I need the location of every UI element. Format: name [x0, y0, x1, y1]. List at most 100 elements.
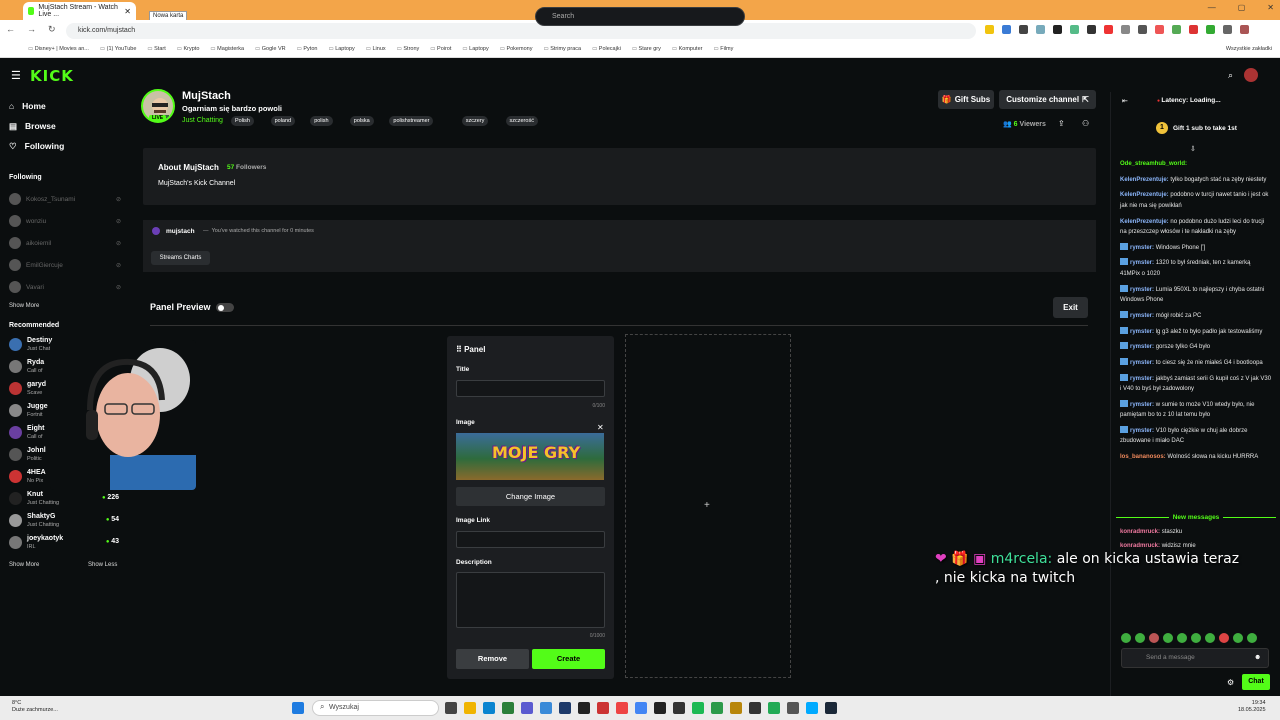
bookmark-item[interactable]: Filmy	[713, 46, 733, 52]
following-item[interactable]: aikoiemil ⊘	[9, 237, 121, 249]
remove-button[interactable]: Remove	[456, 649, 529, 669]
app-icon[interactable]	[787, 702, 799, 714]
drag-handle-icon[interactable]: ⠿	[456, 345, 462, 354]
following-item[interactable]: Kokosz_Tsunami ⊘	[9, 193, 121, 205]
bookmark-item[interactable]: Pokemony	[500, 46, 532, 52]
chat-username[interactable]: rymster:	[1130, 260, 1156, 266]
chat-username[interactable]: rymster:	[1130, 313, 1156, 319]
create-button[interactable]: Create	[532, 649, 605, 669]
recommended-item[interactable]: joeykaotyk IRL 43	[9, 534, 121, 554]
user-avatar[interactable]	[1244, 68, 1258, 82]
weather-widget[interactable]: 8°C Duże zachmurze...	[12, 700, 58, 714]
app-icon[interactable]	[597, 702, 609, 714]
panel-preview-toggle[interactable]	[216, 303, 234, 312]
chat-input[interactable]: Send a message	[1121, 648, 1269, 668]
app-icon[interactable]	[540, 702, 552, 714]
app-icon[interactable]	[749, 702, 761, 714]
extension-icon[interactable]	[1189, 25, 1198, 34]
app-icon[interactable]	[806, 702, 818, 714]
app-icon[interactable]	[768, 702, 780, 714]
emote-icon[interactable]	[1163, 633, 1173, 643]
forward-icon[interactable]: →	[27, 24, 36, 35]
bookmark-item[interactable]: Gogle VR	[255, 46, 286, 52]
exit-button[interactable]: Exit	[1053, 297, 1088, 318]
app-icon[interactable]	[654, 702, 666, 714]
channel-name[interactable]: MujStach	[182, 90, 231, 102]
menu-icon[interactable]: ☰	[11, 69, 21, 82]
start-icon[interactable]	[292, 702, 304, 714]
extension-icon[interactable]	[1002, 25, 1011, 34]
bookmark-item[interactable]: Linux	[366, 46, 386, 52]
bookmark-item[interactable]: Strimy praca	[543, 46, 581, 52]
profile-icon[interactable]	[1240, 25, 1249, 34]
recommended-item[interactable]: ShaktyG Just Chatting 54	[9, 512, 121, 532]
chat-username[interactable]: KelenPrezentuje:	[1120, 192, 1170, 198]
chat-username[interactable]: Ode_streamhub_world:	[1120, 161, 1187, 167]
bookmark-item[interactable]: Krypto	[177, 46, 200, 52]
back-icon[interactable]: ←	[6, 24, 15, 35]
following-item[interactable]: Vavari ⊘	[9, 281, 121, 293]
chat-username[interactable]: KelenPrezentuje:	[1120, 219, 1170, 225]
chat-username[interactable]: rymster:	[1130, 344, 1156, 350]
taskbar-search[interactable]: Wyszukaj	[312, 700, 439, 716]
extension-icon[interactable]	[1019, 25, 1028, 34]
extension-icon[interactable]	[1104, 25, 1113, 34]
emote-icon[interactable]	[1121, 633, 1131, 643]
extension-icon[interactable]	[1172, 25, 1181, 34]
emote-icon[interactable]	[1191, 633, 1201, 643]
emoji-icon[interactable]: ☻	[1254, 654, 1261, 661]
panel-header[interactable]: ⠿ Panel	[456, 345, 485, 354]
extension-icon[interactable]	[1036, 25, 1045, 34]
app-icon[interactable]	[673, 702, 685, 714]
extension-icon[interactable]	[1121, 25, 1130, 34]
pinned-arrow-icon[interactable]: ⇩	[1190, 145, 1196, 153]
maximize-icon[interactable]: ▢	[1238, 3, 1246, 12]
extension-icon[interactable]	[1070, 25, 1079, 34]
share-icon[interactable]: ⇪	[1058, 119, 1065, 128]
chat-username[interactable]: los_bananosos:	[1120, 454, 1167, 460]
chat-username[interactable]: konradmruck:	[1120, 543, 1162, 549]
app-icon[interactable]	[559, 702, 571, 714]
tag-chip[interactable]: poland	[270, 116, 296, 126]
nav-browse[interactable]: ▤ Browse	[9, 121, 56, 132]
recommended-item[interactable]: Knut Just Chatting 226	[9, 490, 121, 510]
app-icon[interactable]	[616, 702, 628, 714]
extension-icon[interactable]	[1053, 25, 1062, 34]
chat-username[interactable]: rymster:	[1130, 329, 1156, 335]
streams-charts-button[interactable]: Streams Charts	[151, 251, 210, 265]
stream-category[interactable]: Just Chatting	[182, 117, 223, 124]
extension-icon[interactable]	[1138, 25, 1147, 34]
bookmark-item[interactable]: Start	[147, 46, 166, 52]
app-icon[interactable]	[521, 702, 533, 714]
bookmark-item[interactable]: Pyton	[297, 46, 317, 52]
app-icon[interactable]	[692, 702, 704, 714]
chat-send-button[interactable]: Chat	[1242, 674, 1270, 690]
extension-icon[interactable]	[985, 25, 994, 34]
tag-chip[interactable]: Polish	[231, 116, 254, 126]
emote-icon[interactable]	[1247, 633, 1257, 643]
bookmark-item[interactable]: Stare gry	[632, 46, 661, 52]
all-bookmarks[interactable]: Wszystkie zakładki	[1226, 46, 1272, 52]
tag-chip[interactable]: polish	[310, 116, 333, 126]
app-icon[interactable]	[502, 702, 514, 714]
search-input[interactable]: Search	[535, 7, 745, 26]
chat-username[interactable]: rymster:	[1130, 376, 1156, 382]
bookmark-item[interactable]: Disney+ | Movies an...	[28, 46, 89, 52]
show-more-following[interactable]: Show More	[9, 303, 39, 309]
description-textarea[interactable]	[456, 572, 605, 628]
app-icon[interactable]	[578, 702, 590, 714]
close-window-icon[interactable]: ✕	[1267, 3, 1274, 12]
gear-icon[interactable]: ⚙	[1227, 678, 1234, 687]
remove-image-icon[interactable]: ✕	[597, 423, 604, 432]
following-item[interactable]: wonziu ⊘	[9, 215, 121, 227]
app-icon[interactable]	[445, 702, 457, 714]
extension-icon[interactable]	[1206, 25, 1215, 34]
tag-chip[interactable]: szczerość	[505, 116, 538, 126]
tag-chip[interactable]: polishstreamer	[389, 116, 434, 126]
chat-username[interactable]: rymster:	[1130, 360, 1156, 366]
tag-chip[interactable]: szczery	[461, 116, 489, 126]
follow-user-icon[interactable]: ⚇	[1082, 119, 1089, 128]
chat-username[interactable]: rymster:	[1130, 428, 1156, 434]
customize-channel-button[interactable]: Customize channel ⇱	[999, 90, 1096, 109]
emote-icon[interactable]	[1205, 633, 1215, 643]
